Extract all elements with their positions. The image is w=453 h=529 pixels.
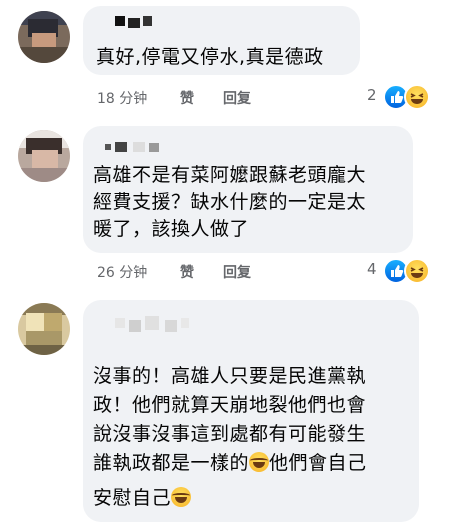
comment-text: 真好,停電又停水,真是德政: [96, 46, 324, 68]
reply-button[interactable]: 回复: [223, 88, 251, 108]
reply-button[interactable]: 回复: [223, 262, 251, 282]
like-button[interactable]: 赞: [180, 262, 194, 282]
face-with-tears-of-joy-emoji: [249, 452, 270, 472]
comment-timestamp[interactable]: 26 分钟: [97, 262, 147, 282]
avatar[interactable]: [18, 11, 70, 63]
avatar[interactable]: [18, 130, 70, 182]
comment-text: 高雄不是有菜阿嬤跟蘇老頭龐大 經費支援？缺水什麼的一定是太 暖了，該換人做了: [93, 164, 367, 240]
comment-actions: 18 分钟 赞 回复: [97, 88, 397, 108]
comment-timestamp[interactable]: 18 分钟: [97, 88, 147, 108]
haha-reaction-icon: [404, 258, 430, 284]
reaction-summary[interactable]: 2: [367, 84, 447, 110]
face-with-tears-of-joy-emoji: [171, 487, 192, 507]
author-name[interactable]: [95, 14, 175, 30]
comment-actions: 26 分钟 赞 回复: [97, 262, 397, 282]
comment-bubble: 高雄不是有菜阿嬤跟蘇老頭龐大 經費支援？缺水什麼的一定是太 暖了，該換人做了: [83, 126, 413, 253]
reaction-summary[interactable]: 4: [367, 258, 447, 284]
comment-bubble: 沒事的！高雄人只要是民進黨執 政！他們就算天崩地裂他們也會 說沒事沒事這到處都有…: [83, 300, 419, 522]
author-name[interactable]: [95, 140, 195, 154]
haha-reaction-icon: [404, 84, 430, 110]
comment-bubble: 真好,停電又停水,真是德政: [83, 6, 360, 75]
avatar[interactable]: [18, 303, 70, 355]
like-button[interactable]: 赞: [180, 88, 194, 108]
comment-text: 沒事的！高雄人只要是民進黨執 政！他們就算天崩地裂他們也會 說沒事沒事這到處都有…: [93, 365, 367, 509]
author-name[interactable]: [95, 314, 215, 334]
reaction-count: 2: [367, 86, 377, 104]
reaction-count: 4: [367, 260, 377, 278]
